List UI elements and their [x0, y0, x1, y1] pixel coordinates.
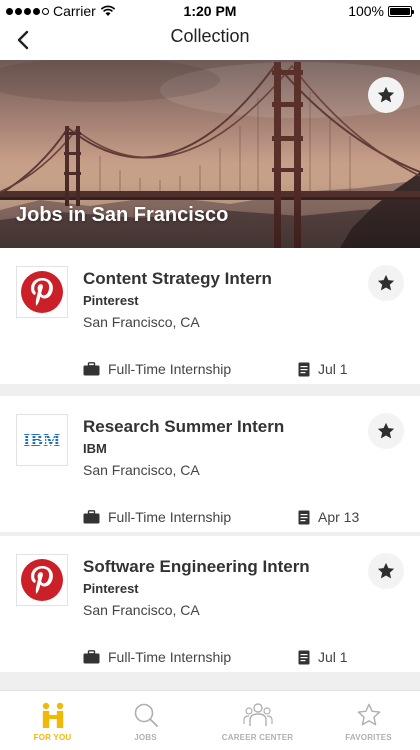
briefcase-icon [83, 510, 100, 524]
tab-label: FOR YOU [33, 733, 72, 742]
job-location: San Francisco, CA [83, 462, 200, 478]
posted-date-label: Jul 1 [318, 649, 348, 665]
job-location: San Francisco, CA [83, 314, 200, 330]
navigation-bar: Collection [0, 22, 420, 60]
favorite-job-button[interactable] [368, 265, 404, 301]
company-logo: IBM [16, 414, 68, 466]
briefcase-icon [83, 650, 100, 664]
svg-text:IBM: IBM [23, 430, 61, 450]
tab-label: FAVORITES [345, 733, 392, 742]
star-icon [377, 422, 395, 439]
people-icon [242, 703, 273, 726]
star-icon [377, 86, 395, 103]
posted-date-label: Jul 1 [318, 361, 348, 377]
job-card[interactable]: Content Strategy Intern Pinterest San Fr… [0, 248, 420, 384]
search-icon [134, 703, 158, 727]
document-icon [298, 362, 310, 376]
ibm-logo-icon: IBM [20, 430, 64, 450]
handshake-icon [42, 702, 63, 728]
collection-hero: Jobs in San Francisco [0, 60, 420, 248]
company-logo [16, 554, 68, 606]
job-type-label: Full-Time Internship [108, 361, 232, 377]
tab-favorites[interactable]: FAVORITES [316, 691, 420, 750]
star-outline-icon [357, 703, 380, 726]
job-type: Full-Time Internship [83, 509, 231, 525]
star-icon [377, 274, 395, 291]
job-title[interactable]: Software Engineering Intern [83, 557, 310, 577]
job-location: San Francisco, CA [83, 602, 200, 618]
tab-bar: FOR YOU JOBS CAREER CENTER FAVORITES [0, 690, 420, 750]
job-list: Content Strategy Intern Pinterest San Fr… [0, 248, 420, 690]
document-icon [298, 510, 310, 524]
job-type-label: Full-Time Internship [108, 649, 232, 665]
company-name: Pinterest [83, 581, 139, 596]
posted-date: Jul 1 [298, 361, 348, 377]
job-type-label: Full-Time Internship [108, 509, 232, 525]
tab-career-center[interactable]: CAREER CENTER [205, 691, 310, 750]
job-card[interactable]: IBM Research Summer Intern IBM San Franc… [0, 396, 420, 532]
favorite-collection-button[interactable] [368, 77, 404, 113]
battery-indicator: 100% [348, 3, 414, 19]
status-bar: Carrier 1:20 PM 100% [0, 0, 420, 22]
job-title[interactable]: Research Summer Intern [83, 417, 284, 437]
tab-jobs[interactable]: JOBS [93, 691, 198, 750]
favorite-job-button[interactable] [368, 413, 404, 449]
job-type: Full-Time Internship [83, 361, 231, 377]
page-title: Collection [170, 26, 250, 46]
battery-percent: 100% [348, 3, 384, 19]
job-type: Full-Time Internship [83, 649, 231, 665]
battery-icon [388, 5, 414, 17]
briefcase-icon [83, 362, 100, 376]
tab-label: JOBS [134, 733, 157, 742]
favorite-job-button[interactable] [368, 553, 404, 589]
document-icon [298, 650, 310, 664]
company-name: IBM [83, 441, 107, 456]
posted-date: Apr 13 [298, 509, 359, 525]
star-icon [377, 562, 395, 579]
posted-date-label: Apr 13 [318, 509, 360, 525]
tab-label: CAREER CENTER [221, 733, 294, 742]
job-title[interactable]: Content Strategy Intern [83, 269, 272, 289]
collection-title: Jobs in San Francisco [16, 204, 229, 226]
company-name: Pinterest [83, 293, 139, 308]
company-logo [16, 266, 68, 318]
posted-date: Jul 1 [298, 649, 348, 665]
tab-for-you[interactable]: FOR YOU [0, 691, 105, 750]
pinterest-logo-icon [21, 559, 63, 601]
job-card[interactable]: Software Engineering Intern Pinterest Sa… [0, 536, 420, 672]
pinterest-logo-icon [21, 271, 63, 313]
